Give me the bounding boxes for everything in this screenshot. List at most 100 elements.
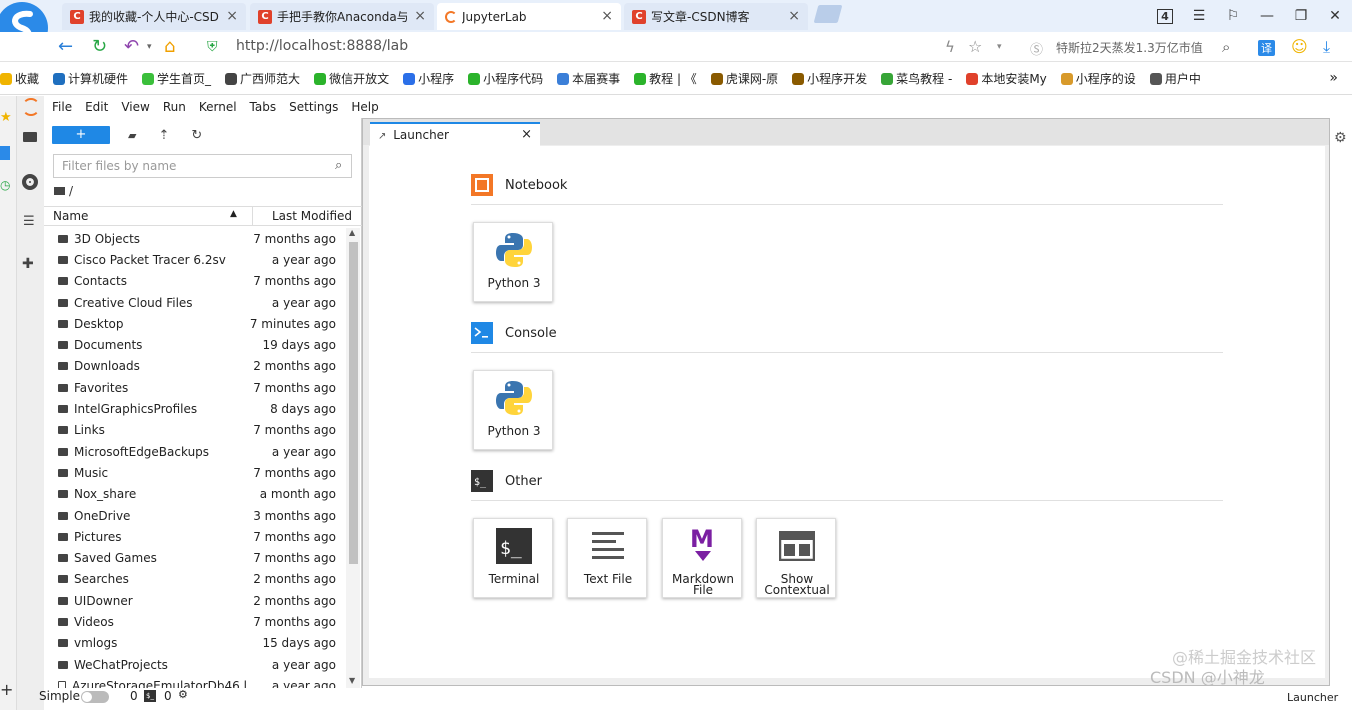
browser-tab[interactable]: C 写文章-CSDN博客 × [624,3,808,30]
scroll-up-icon[interactable]: ▲ [349,228,355,237]
bookmark-item[interactable]: 学生首页_ [142,70,211,87]
download-icon[interactable]: ⤓ [1323,37,1330,57]
shirt-icon[interactable]: ⚐ [1216,8,1250,24]
bookmarks-more-icon[interactable]: » [1329,70,1338,86]
show-contextual-card[interactable]: Show Contextual [756,518,836,598]
file-row[interactable]: 3D Objects 7 months ago [44,228,346,249]
file-row[interactable]: Music 7 months ago [44,462,346,483]
back-icon[interactable]: ← [58,36,73,57]
file-row[interactable]: WeChatProjects a year ago [44,654,346,675]
smiley-icon[interactable]: ☺ [1291,37,1308,56]
kernel-count[interactable]: 0 [164,689,172,703]
browser-side-clock-icon[interactable]: ◷ [0,178,10,192]
tab-launcher[interactable]: ↗ Launcher × [370,122,540,146]
bookmark-item[interactable]: 本届赛事 [557,70,620,87]
news-ticker[interactable]: 特斯拉2天蒸发1.3万亿市值 [1056,39,1203,56]
menu-run[interactable]: Run [163,100,186,114]
text-file-card[interactable]: Text File [567,518,647,598]
file-row[interactable]: IntelGraphicsProfiles 8 days ago [44,398,346,419]
file-row[interactable]: Pictures 7 months ago [44,526,346,547]
breadcrumb-root[interactable]: / [69,184,73,198]
breadcrumb-folder-icon[interactable] [54,187,65,195]
close-tab-icon[interactable]: × [521,127,532,142]
scroll-down-icon[interactable]: ▼ [349,676,355,685]
bookmark-item[interactable]: 小程序的设 [1060,70,1136,87]
bookmark-item[interactable]: 小程序代码 [468,70,543,87]
bookmark-item[interactable]: 本地安装My [966,70,1047,87]
browser-side-star-icon[interactable]: ★ [0,110,16,125]
new-folder-icon[interactable]: ▰ [128,129,136,142]
notebook-python3-card[interactable]: Python 3 [473,222,553,302]
modified-column-header[interactable]: Last Modified [272,209,352,223]
undo-icon[interactable]: ↶ [124,36,139,57]
browser-tab[interactable]: C 手把手教你Anaconda与 × [250,3,434,30]
file-row[interactable]: Links 7 months ago [44,420,346,441]
file-row[interactable]: Videos 7 months ago [44,611,346,632]
bookmark-item[interactable]: 收藏 [0,70,39,87]
close-tab-icon[interactable]: × [601,8,613,24]
browser-tab[interactable]: C 我的收藏-个人中心-CSD × [62,3,246,30]
bookmark-item[interactable]: 计算机硬件 [53,70,128,87]
bookmark-item[interactable]: 用户中 [1149,70,1201,87]
upload-icon[interactable]: ⇡ [158,128,169,143]
file-row[interactable]: Cisco Packet Tracer 6.2sv a year ago [44,249,346,270]
file-row[interactable]: Searches 2 months ago [44,569,346,590]
bookmark-item[interactable]: 小程序 [403,70,454,87]
file-row[interactable]: Contacts 7 months ago [44,271,346,292]
file-row[interactable]: Documents 19 days ago [44,334,346,355]
terminal-card[interactable]: $_ Terminal [473,518,553,598]
folder-tab-icon[interactable] [23,132,37,142]
terminal-count[interactable]: 0 [130,689,138,703]
tab-count-badge[interactable]: 4 [1148,8,1182,24]
file-row[interactable]: Creative Cloud Files a year ago [44,292,346,313]
file-row[interactable]: Downloads 2 months ago [44,356,346,377]
bookmark-item[interactable]: 教程 | 《 [634,70,697,87]
translate-icon[interactable]: 译 [1258,40,1275,56]
refresh-icon[interactable]: ↻ [92,36,107,57]
menu-file[interactable]: File [52,100,72,114]
file-row[interactable]: vmlogs 15 days ago [44,633,346,654]
browser-side-add-icon[interactable]: + [0,680,13,699]
commands-icon[interactable]: ☰ [23,214,35,229]
refresh-files-icon[interactable]: ↻ [191,128,202,143]
property-inspector-icon[interactable]: ⚙ [1334,130,1347,146]
menu-tabs[interactable]: Tabs [250,100,277,114]
menu-edit[interactable]: Edit [85,100,108,114]
file-row[interactable]: UIDowner 2 months ago [44,590,346,611]
console-python3-card[interactable]: Python 3 [473,370,553,450]
file-row[interactable]: MicrosoftEdgeBackups a year ago [44,441,346,462]
close-tab-icon[interactable]: × [414,8,426,24]
file-row[interactable]: Saved Games 7 months ago [44,547,346,568]
filter-input[interactable]: Filter files by name [53,154,352,178]
menu-kernel[interactable]: Kernel [199,100,237,114]
markdown-file-card[interactable]: M Markdown File [662,518,742,598]
name-column-header[interactable]: Name [53,209,88,223]
running-icon[interactable] [22,174,38,190]
file-row[interactable]: Nox_share a month ago [44,484,346,505]
file-row[interactable]: Desktop 7 minutes ago [44,313,346,334]
bookmark-item[interactable]: 虎课网-原 [710,70,778,87]
file-list-scrollbar[interactable]: ▲ ▼ [346,228,360,688]
minimize-icon[interactable]: — [1250,8,1284,24]
bookmark-item[interactable]: 菜鸟教程 - [881,70,952,87]
close-tab-icon[interactable]: × [226,8,238,24]
close-tab-icon[interactable]: × [788,8,800,24]
new-tab-button[interactable] [813,5,843,23]
undo-dropdown-icon[interactable]: ▾ [147,42,152,52]
extensions-icon[interactable]: ✚ [22,256,34,272]
bookmark-item[interactable]: 广西师范大 [225,70,300,87]
menu-view[interactable]: View [121,100,149,114]
url-input[interactable]: http://localhost:8888/lab [236,38,408,54]
bookmark-item[interactable]: 小程序开发 [792,70,867,87]
star-icon[interactable]: ☆ [968,37,982,56]
file-row[interactable]: Favorites 7 months ago [44,377,346,398]
bookmark-item[interactable]: 微信开放文 [314,70,389,87]
search-icon[interactable]: ⌕ [1222,38,1230,56]
file-row[interactable]: OneDrive 3 months ago [44,505,346,526]
maximize-icon[interactable]: ❐ [1284,8,1318,24]
simple-mode-toggle[interactable] [81,691,109,703]
browser-side-doc-icon[interactable] [0,146,10,160]
skin-icon[interactable]: ☰ [1182,8,1216,24]
browser-tab[interactable]: JupyterLab × [437,3,621,30]
sort-asc-icon[interactable]: ▲ [230,209,237,219]
